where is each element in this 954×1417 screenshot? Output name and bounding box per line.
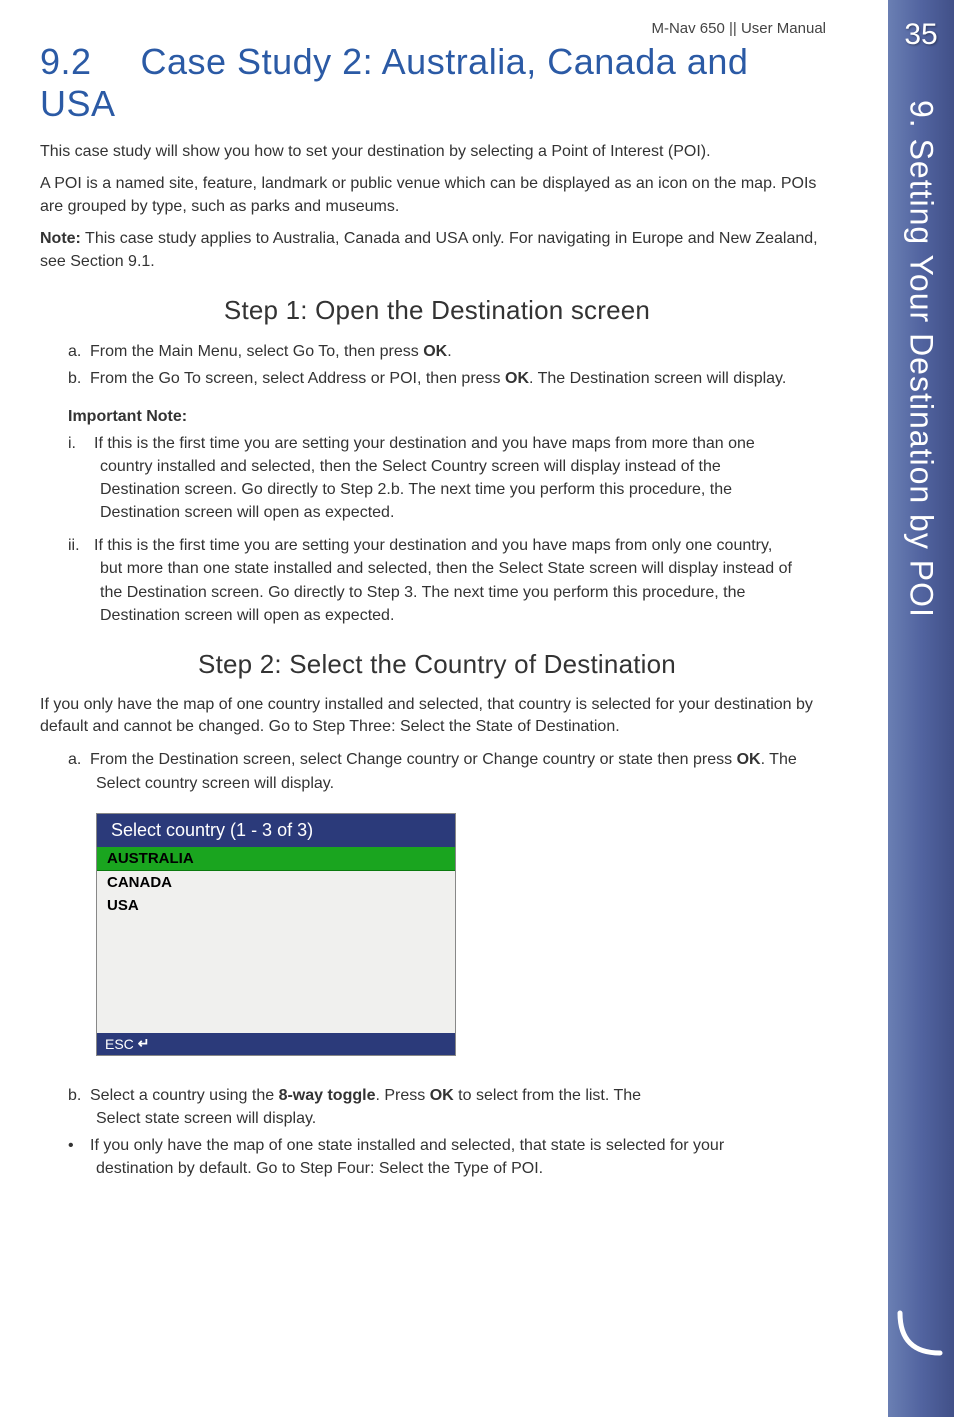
screenshot-body: AUSTRALIA CANADA USA <box>97 847 455 1033</box>
tab-curve-icon <box>896 1309 944 1357</box>
country-row[interactable]: CANADA <box>97 871 455 894</box>
ok-label: OK <box>505 370 529 387</box>
step2-a-pre: From the Destination screen, select Chan… <box>90 751 737 768</box>
chapter-tab-text: 9. Setting Your Destination by POI <box>903 100 940 618</box>
ok-label: OK <box>423 343 447 360</box>
step2-a: a.From the Destination screen, select Ch… <box>40 748 834 794</box>
enter-icon: ↵ <box>138 1035 150 1052</box>
step1-b: b.From the Go To screen, select Address … <box>40 367 834 390</box>
important-note-ii-text: If this is the first time you are settin… <box>94 537 792 623</box>
step1-a-pre: From the Main Menu, select Go To, then p… <box>90 343 423 360</box>
side-tab: 35 9. Setting Your Destination by POI <box>888 0 954 1417</box>
important-note-i-text: If this is the first time you are settin… <box>94 435 755 521</box>
note-paragraph: Note: This case study applies to Austral… <box>40 228 834 273</box>
step2-b-pre: Select a country using the <box>90 1087 279 1104</box>
important-note-block: Important Note: i.If this is the first t… <box>40 408 834 626</box>
esc-label[interactable]: ESC <box>105 1036 134 1052</box>
important-note-label: Important Note: <box>68 408 834 426</box>
ok-label: OK <box>737 751 761 768</box>
step2-intro: If you only have the map of one country … <box>40 694 834 739</box>
screenshot-footer: ESC ↵ <box>97 1033 455 1055</box>
roman-marker: ii. <box>68 534 94 557</box>
step2-bullet-text: If you only have the map of one state in… <box>90 1137 724 1177</box>
list-marker: a. <box>68 340 90 363</box>
section-heading: 9.2 Case Study 2: Australia, Canada and … <box>40 41 834 125</box>
step1-heading: Step 1: Open the Destination screen <box>40 295 834 326</box>
important-note-i: i.If this is the first time you are sett… <box>68 432 798 524</box>
list-marker: b. <box>68 1084 90 1107</box>
step1-a: a.From the Main Menu, select Go To, then… <box>40 340 834 363</box>
page-number: 35 <box>888 0 954 52</box>
select-country-screenshot: Select country (1 - 3 of 3) AUSTRALIA CA… <box>96 813 456 1056</box>
step2-b-mid: . Press <box>375 1087 429 1104</box>
intro-paragraph-2: A POI is a named site, feature, landmark… <box>40 173 834 218</box>
screenshot-titlebar: Select country (1 - 3 of 3) <box>97 814 455 847</box>
header-product: M-Nav 650 || User Manual <box>40 20 834 37</box>
section-number: 9.2 <box>40 41 130 83</box>
toggle-label: 8-way toggle <box>279 1087 376 1104</box>
roman-marker: i. <box>68 432 94 455</box>
step2-heading: Step 2: Select the Country of Destinatio… <box>40 649 834 680</box>
note-label: Note: <box>40 230 81 247</box>
step2-bullet: •If you only have the map of one state i… <box>40 1134 800 1180</box>
step1-b-post: . The Destination screen will display. <box>529 370 786 387</box>
important-note-ii: ii.If this is the first time you are set… <box>68 534 798 626</box>
bullet-marker: • <box>68 1134 90 1157</box>
list-marker: a. <box>68 748 90 771</box>
section-title-text: Case Study 2: Australia, Canada and USA <box>40 41 748 124</box>
ok-label: OK <box>430 1087 454 1104</box>
list-marker: b. <box>68 367 90 390</box>
intro-paragraph-1: This case study will show you how to set… <box>40 141 834 163</box>
country-row-selected[interactable]: AUSTRALIA <box>97 847 455 871</box>
country-row[interactable]: USA <box>97 894 455 917</box>
step1-a-post: . <box>447 343 451 360</box>
note-text: This case study applies to Australia, Ca… <box>40 230 818 269</box>
step1-b-pre: From the Go To screen, select Address or… <box>90 370 505 387</box>
step2-b: b.Select a country using the 8-way toggl… <box>40 1084 680 1130</box>
